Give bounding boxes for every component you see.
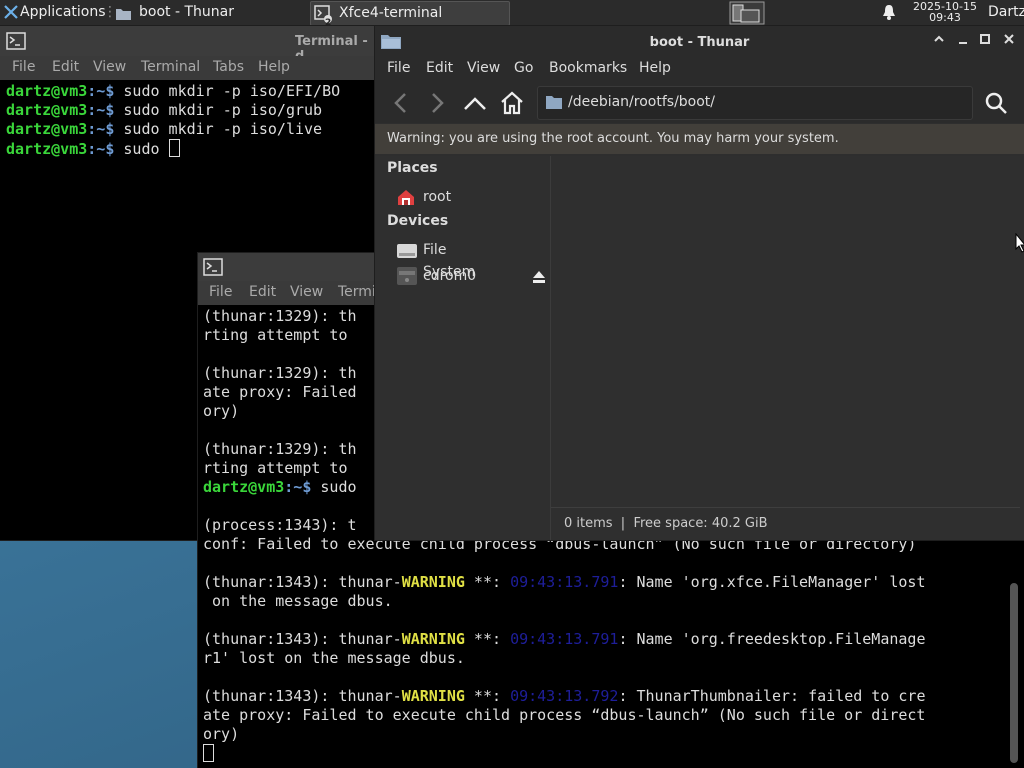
clock-time: 09:43 bbox=[929, 11, 961, 24]
terminal-line: dartz@vm3:~$ sudo mkdir -p iso/grub bbox=[6, 101, 323, 119]
thunar-menubar: File Edit View Go Bookmarks Help bbox=[375, 57, 1024, 83]
menu-help[interactable]: Help bbox=[639, 60, 671, 76]
folder-icon bbox=[546, 95, 562, 113]
thunar-sidebar: Places root Devices File System cdrom0 bbox=[375, 156, 551, 540]
menu-view[interactable]: View bbox=[93, 59, 126, 75]
mouse-cursor-icon bbox=[1015, 232, 1024, 257]
terminal-line: r1' lost on the message dbus. bbox=[203, 649, 465, 667]
close-icon[interactable] bbox=[1002, 32, 1016, 50]
task-thunar-label: boot - Thunar bbox=[139, 4, 234, 20]
sidebar-item-cdrom0[interactable]: cdrom0 bbox=[397, 265, 545, 287]
task-terminal[interactable]: 2 Xfce4-terminal bbox=[310, 1, 510, 28]
menu-terminal[interactable]: Terminal bbox=[141, 59, 200, 75]
terminal-icon bbox=[203, 258, 223, 280]
status-bar: 0 items | Free space: 40.2 GiB bbox=[551, 507, 1020, 540]
terminal-icon bbox=[6, 32, 26, 54]
top-panel: Applications ⋮ boot - Thunar 2 Xfce4-ter… bbox=[0, 0, 1024, 28]
menu-tabs[interactable]: Tabs bbox=[213, 59, 244, 75]
menu-terminal[interactable]: Termi bbox=[338, 284, 376, 300]
menu-bookmarks[interactable]: Bookmarks bbox=[549, 60, 627, 76]
root-warning-bar: Warning: you are using the root account.… bbox=[375, 124, 1024, 154]
home-folder-icon bbox=[397, 188, 415, 213]
terminal-cursor bbox=[168, 139, 180, 157]
menu-view[interactable]: View bbox=[467, 60, 500, 76]
sidebar-item-label: root bbox=[423, 189, 452, 205]
menu-edit[interactable]: Edit bbox=[52, 59, 79, 75]
task-thunar[interactable]: boot - Thunar bbox=[112, 1, 306, 24]
menu-file[interactable]: File bbox=[12, 59, 35, 75]
clock[interactable]: 2025-10-15 09:43 bbox=[906, 0, 984, 23]
terminal-line: dartz@vm3:~$ sudo bbox=[6, 139, 376, 159]
sidebar-item-label: cdrom0 bbox=[423, 268, 477, 284]
home-icon[interactable] bbox=[500, 91, 524, 119]
chevron-up-icon[interactable] bbox=[932, 32, 946, 50]
terminal-line: dartz@vm3:~$ sudo mkdir -p iso/live bbox=[6, 120, 323, 138]
terminal-line bbox=[203, 744, 1002, 764]
thunar-titlebar[interactable]: boot - Thunar bbox=[375, 26, 1024, 57]
menu-go[interactable]: Go bbox=[514, 60, 533, 76]
terminal-cursor bbox=[203, 744, 214, 762]
drive-icon bbox=[397, 267, 417, 292]
places-header: Places bbox=[387, 160, 438, 176]
menu-help[interactable]: Help bbox=[258, 59, 290, 75]
terminal-1-titlebar[interactable]: Terminal - d bbox=[0, 26, 376, 64]
terminal-line: (thunar:1343): thunar-WARNING **: 09:43:… bbox=[203, 573, 926, 591]
drive-icon bbox=[397, 243, 417, 265]
menu-view[interactable]: View bbox=[290, 284, 323, 300]
thunar-title: boot - Thunar bbox=[649, 35, 750, 50]
minimize-icon[interactable] bbox=[956, 32, 970, 50]
terminal-line: (thunar:1343): thunar-WARNING **: 09:43:… bbox=[203, 687, 926, 705]
devices-header: Devices bbox=[387, 213, 449, 229]
forward-icon[interactable] bbox=[427, 92, 447, 118]
folder-icon bbox=[116, 5, 131, 27]
terminal-line: ory) bbox=[203, 725, 240, 743]
thunar-toolbar: /deebian/rootfs/boot/ bbox=[375, 83, 1024, 123]
terminal-line: on the message dbus. bbox=[203, 592, 393, 610]
search-icon[interactable] bbox=[984, 91, 1008, 119]
root-warning-text: Warning: you are using the root account.… bbox=[387, 131, 839, 146]
menu-file[interactable]: File bbox=[387, 60, 410, 76]
applications-menu[interactable]: Applications bbox=[20, 0, 106, 26]
xfce-logo-icon[interactable] bbox=[3, 3, 19, 23]
terminal-1-menubar: File Edit View Terminal Tabs Help bbox=[0, 56, 376, 80]
task-terminal-label: Xfce4-terminal bbox=[339, 5, 443, 21]
terminal-line: ate proxy: Failed to execute child proce… bbox=[203, 706, 926, 724]
maximize-icon[interactable] bbox=[978, 32, 992, 50]
user-menu[interactable]: Dartz bbox=[988, 0, 1024, 26]
menu-file[interactable]: File bbox=[209, 284, 232, 300]
up-icon[interactable] bbox=[463, 93, 487, 117]
file-view[interactable] bbox=[551, 156, 1020, 508]
back-icon[interactable] bbox=[391, 92, 411, 118]
eject-icon[interactable] bbox=[532, 269, 546, 291]
thunar-window[interactable]: boot - Thunar File Edit View Go Bookmark… bbox=[375, 26, 1024, 540]
terminal-2-scrollbar[interactable] bbox=[1010, 583, 1018, 763]
terminal-line: dartz@vm3:~$ sudo mkdir -p iso/EFI/BO bbox=[6, 82, 341, 100]
terminal-line: (thunar:1343): thunar-WARNING **: 09:43:… bbox=[203, 630, 926, 648]
workspace-icon[interactable] bbox=[729, 1, 765, 27]
menu-edit[interactable]: Edit bbox=[249, 284, 276, 300]
menu-edit[interactable]: Edit bbox=[426, 60, 453, 76]
status-text: 0 items | Free space: 40.2 GiB bbox=[564, 516, 768, 531]
location-path: /deebian/rootfs/boot/ bbox=[568, 94, 716, 110]
location-bar[interactable]: /deebian/rootfs/boot/ bbox=[537, 86, 973, 120]
